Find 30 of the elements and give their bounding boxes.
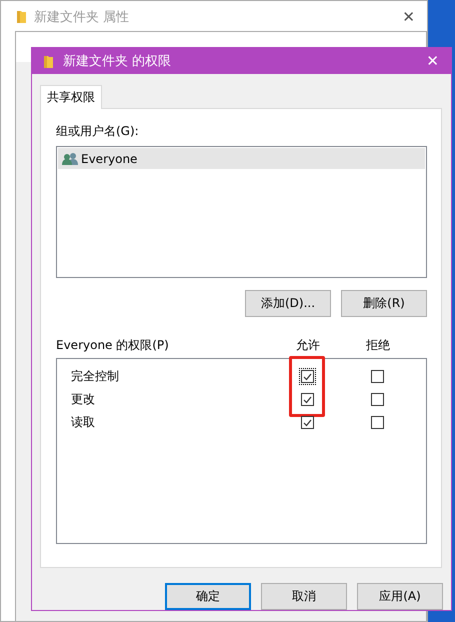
permission-name: 完全控制 — [71, 368, 119, 385]
checkbox[interactable] — [298, 368, 316, 385]
column-header: 允许 — [295, 337, 321, 354]
list-label: 组或用户名(G): — [56, 123, 140, 140]
window-title: 新建文件夹 属性 — [34, 8, 130, 26]
permission-name: 读取 — [71, 414, 95, 431]
dialog-button[interactable]: 应用(A) — [357, 583, 443, 610]
tab[interactable]: 共享权限 — [40, 85, 102, 109]
checkbox[interactable] — [368, 368, 386, 385]
window-title: 新建文件夹 的权限 — [63, 53, 172, 70]
check-icon — [302, 372, 312, 380]
checkbox[interactable] — [298, 391, 316, 408]
list-item[interactable]: Everyone — [58, 148, 425, 169]
close-button[interactable]: ✕ — [424, 52, 441, 70]
check-icon — [302, 396, 312, 404]
checkbox[interactable] — [298, 414, 316, 431]
folder-icon — [17, 10, 26, 23]
dialog-button[interactable]: 确定 — [165, 583, 251, 610]
checkbox[interactable] — [368, 391, 386, 408]
close-button[interactable]: ✕ — [400, 8, 417, 26]
checkbox[interactable] — [368, 414, 386, 431]
folder-icon — [44, 54, 53, 68]
check-icon — [302, 418, 312, 426]
dialog-button[interactable]: 添加(D)... — [245, 290, 331, 317]
users-icon — [62, 152, 78, 165]
permissions-label: Everyone 的权限(P) — [56, 337, 170, 354]
column-header: 拒绝 — [365, 337, 391, 354]
dialog-button[interactable]: 取消 — [261, 583, 347, 610]
permission-name: 更改 — [71, 391, 95, 408]
dialog-button[interactable]: 删除(R) — [341, 290, 427, 317]
